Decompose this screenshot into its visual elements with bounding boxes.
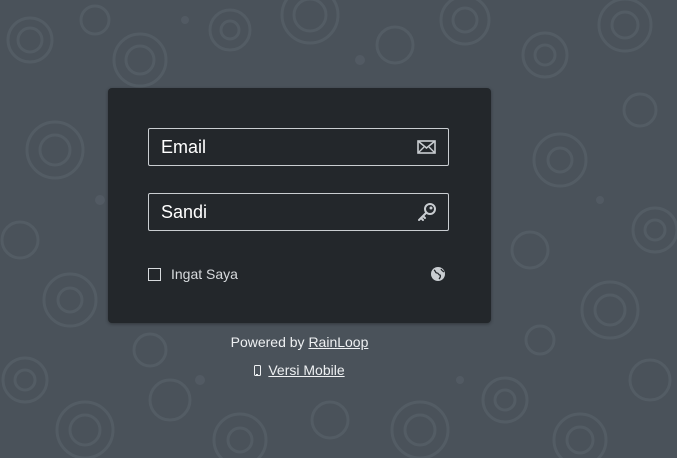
password-field-container	[148, 193, 449, 231]
mobile-version-line: Versi Mobile	[108, 362, 491, 378]
mobile-version-link[interactable]: Versi Mobile	[268, 362, 344, 378]
email-input[interactable]	[149, 129, 409, 165]
rainloop-link[interactable]: RainLoop	[308, 334, 368, 350]
remember-me-label: Ingat Saya	[171, 266, 238, 282]
powered-by-text: Powered by	[230, 334, 305, 350]
remember-me-toggle[interactable]: Ingat Saya	[148, 266, 238, 282]
envelope-icon	[416, 137, 438, 157]
powered-by-line: Powered by RainLoop	[108, 334, 491, 350]
password-input[interactable]	[149, 194, 409, 230]
login-panel: Ingat Saya	[108, 88, 491, 323]
remember-me-checkbox[interactable]	[148, 267, 161, 281]
mobile-phone-icon	[254, 365, 262, 376]
globe-icon[interactable]	[430, 266, 446, 282]
key-icon	[416, 202, 438, 222]
email-field-container	[148, 128, 449, 166]
